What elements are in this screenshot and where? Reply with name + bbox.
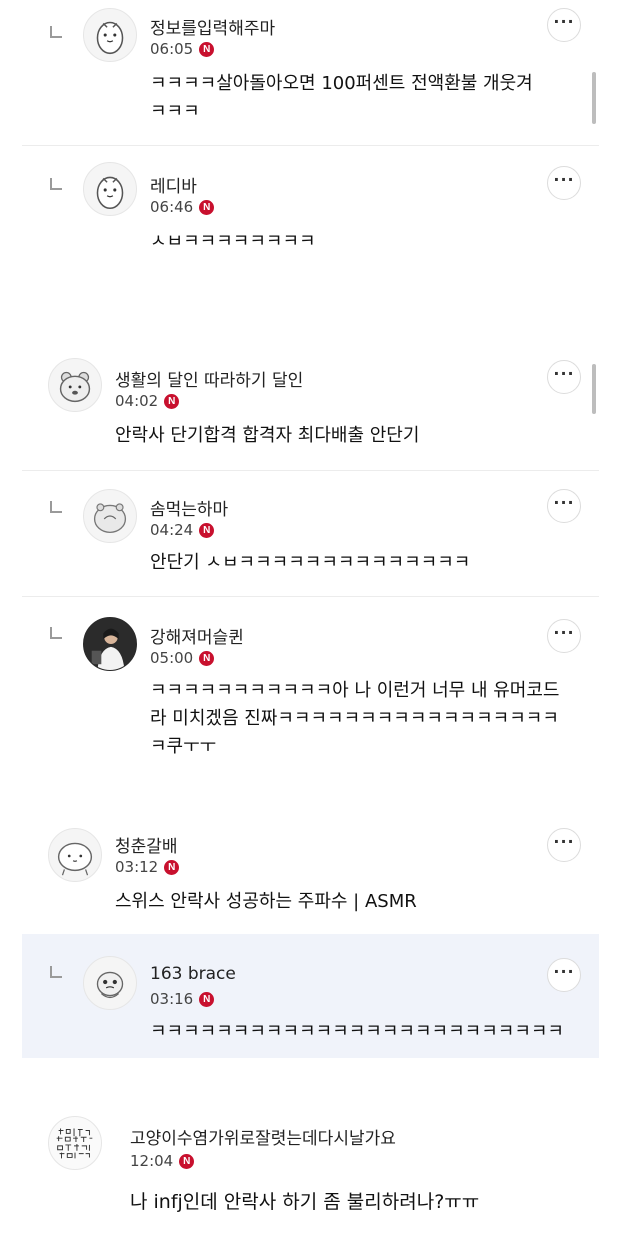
more-options-button[interactable]: ··· (547, 8, 581, 42)
new-badge-icon: N (199, 650, 215, 666)
comment-time: 06:46 (150, 198, 194, 216)
comment-nickname[interactable]: 생활의 달인 따라하기 달인 (115, 366, 303, 391)
comment-text: ㅋㅋㅋㅋㅋㅋㅋㅋㅋㅋㅋㅋㅋㅋㅋㅋㅋㅋㅋㅋㅋㅋㅋㅋㅋ (150, 1021, 564, 1042)
new-badge-icon: N (164, 859, 180, 875)
comment-nickname[interactable]: 고양이수염가위로잘렷는데다시날가요 (130, 1124, 396, 1149)
comment-item-highlighted: 163 brace 03:16 N ㅋㅋㅋㅋㅋㅋㅋㅋㅋㅋㅋㅋㅋㅋㅋㅋㅋㅋㅋㅋㅋㅋ… (22, 934, 599, 1058)
comment-item: 솜먹는하마 04:24 N 안단기 ㅅㅂㅋㅋㅋㅋㅋㅋㅋㅋㅋㅋㅋㅋㅋㅋ ··· (0, 471, 621, 596)
comment-text: 나 infj인데 안락사 하기 좀 불리하려나?ㅠㅠ (130, 1191, 480, 1213)
more-options-button[interactable]: ··· (547, 958, 581, 992)
comment-item: 고양이수염가위로잘렷는데다시날가요 12:04 N 나 infj인데 안락사 하… (0, 1100, 621, 1242)
comment-nickname[interactable]: 청춘갈배 (115, 832, 178, 857)
comment-nickname[interactable]: 163 brace (150, 964, 236, 984)
comment-time: 12:04 (130, 1152, 174, 1170)
comment-nickname[interactable]: 강해져머슬퀸 (150, 623, 244, 648)
comment-meta: 06:46 N (150, 198, 215, 216)
comment-text: ㅋㅋㅋㅋㅋㅋㅋㅋㅋㅋㅋ아 나 이런거 너무 내 유머코드 라 미치겠음 진짜ㅋㅋ… (150, 680, 560, 757)
comment-text: ㅋㅋㅋㅋ살아돌아오면 100퍼센트 전액환불 개웃겨 ㅋㅋㅋ (150, 73, 533, 122)
comment-item: 정보를입력해주마 06:05 N ㅋㅋㅋㅋ살아돌아오면 100퍼센트 전액환불 … (0, 0, 621, 145)
comment-text: 스위스 안락사 성공하는 주파수 | ASMR (115, 891, 417, 912)
comment-nickname[interactable]: 솜먹는하마 (150, 495, 228, 520)
new-badge-icon: N (199, 991, 215, 1007)
comment-meta: 05:00 N (150, 649, 215, 667)
avatar[interactable] (83, 956, 137, 1010)
comment-time: 05:00 (150, 649, 194, 667)
avatar[interactable] (83, 8, 137, 62)
reply-indicator-icon (50, 501, 62, 513)
new-badge-icon: N (199, 522, 215, 538)
reply-indicator-icon (50, 178, 62, 190)
avatar[interactable] (48, 828, 102, 882)
avatar[interactable] (83, 162, 137, 216)
comment-meta: 06:05 N (150, 40, 215, 58)
reply-indicator-icon (50, 26, 62, 38)
comment-text: 안단기 ㅅㅂㅋㅋㅋㅋㅋㅋㅋㅋㅋㅋㅋㅋㅋㅋ (150, 552, 471, 573)
comment-time: 04:24 (150, 521, 194, 539)
comment-text: ㅅㅂㅋㅋㅋㅋㅋㅋㅋㅋ (150, 231, 316, 252)
new-badge-icon: N (164, 393, 180, 409)
avatar[interactable] (83, 489, 137, 543)
more-options-button[interactable]: ··· (547, 166, 581, 200)
comment-meta: 03:16 N (150, 990, 215, 1008)
comment-time: 06:05 (150, 40, 194, 58)
comment-nickname[interactable]: 레디바 (150, 172, 197, 197)
avatar[interactable] (83, 617, 137, 671)
comment-time: 03:16 (150, 990, 194, 1008)
comment-item: 생활의 달인 따라하기 달인 04:02 N 안락사 단기합격 합격자 최다배출… (0, 346, 621, 466)
new-badge-icon: N (199, 199, 215, 215)
comment-meta: 03:12 N (115, 858, 180, 876)
more-options-button[interactable]: ··· (547, 360, 581, 394)
avatar[interactable] (48, 358, 102, 412)
comment-item: 강해져머슬퀸 05:00 N ㅋㅋㅋㅋㅋㅋㅋㅋㅋㅋㅋ아 나 이런거 너무 내 유… (0, 597, 621, 812)
avatar[interactable] (48, 1116, 102, 1170)
comment-time: 03:12 (115, 858, 159, 876)
more-options-button[interactable]: ··· (547, 828, 581, 862)
reply-indicator-icon (50, 966, 62, 978)
new-badge-icon: N (179, 1153, 195, 1169)
comment-text: 안락사 단기합격 합격자 최다배출 안단기 (115, 425, 420, 446)
reply-indicator-icon (50, 627, 62, 639)
new-badge-icon: N (199, 41, 215, 57)
comment-item: 레디바 06:46 N ㅅㅂㅋㅋㅋㅋㅋㅋㅋㅋ ··· (0, 146, 621, 346)
comment-meta: 04:02 N (115, 392, 180, 410)
comment-time: 04:02 (115, 392, 159, 410)
comment-item: 청춘갈배 03:12 N 스위스 안락사 성공하는 주파수 | ASMR ··· (0, 812, 621, 934)
comment-meta: 04:24 N (150, 521, 215, 539)
more-options-button[interactable]: ··· (547, 489, 581, 523)
comment-nickname[interactable]: 정보를입력해주마 (150, 14, 275, 39)
more-options-button[interactable]: ··· (547, 619, 581, 653)
comment-meta: 12:04 N (130, 1152, 195, 1170)
